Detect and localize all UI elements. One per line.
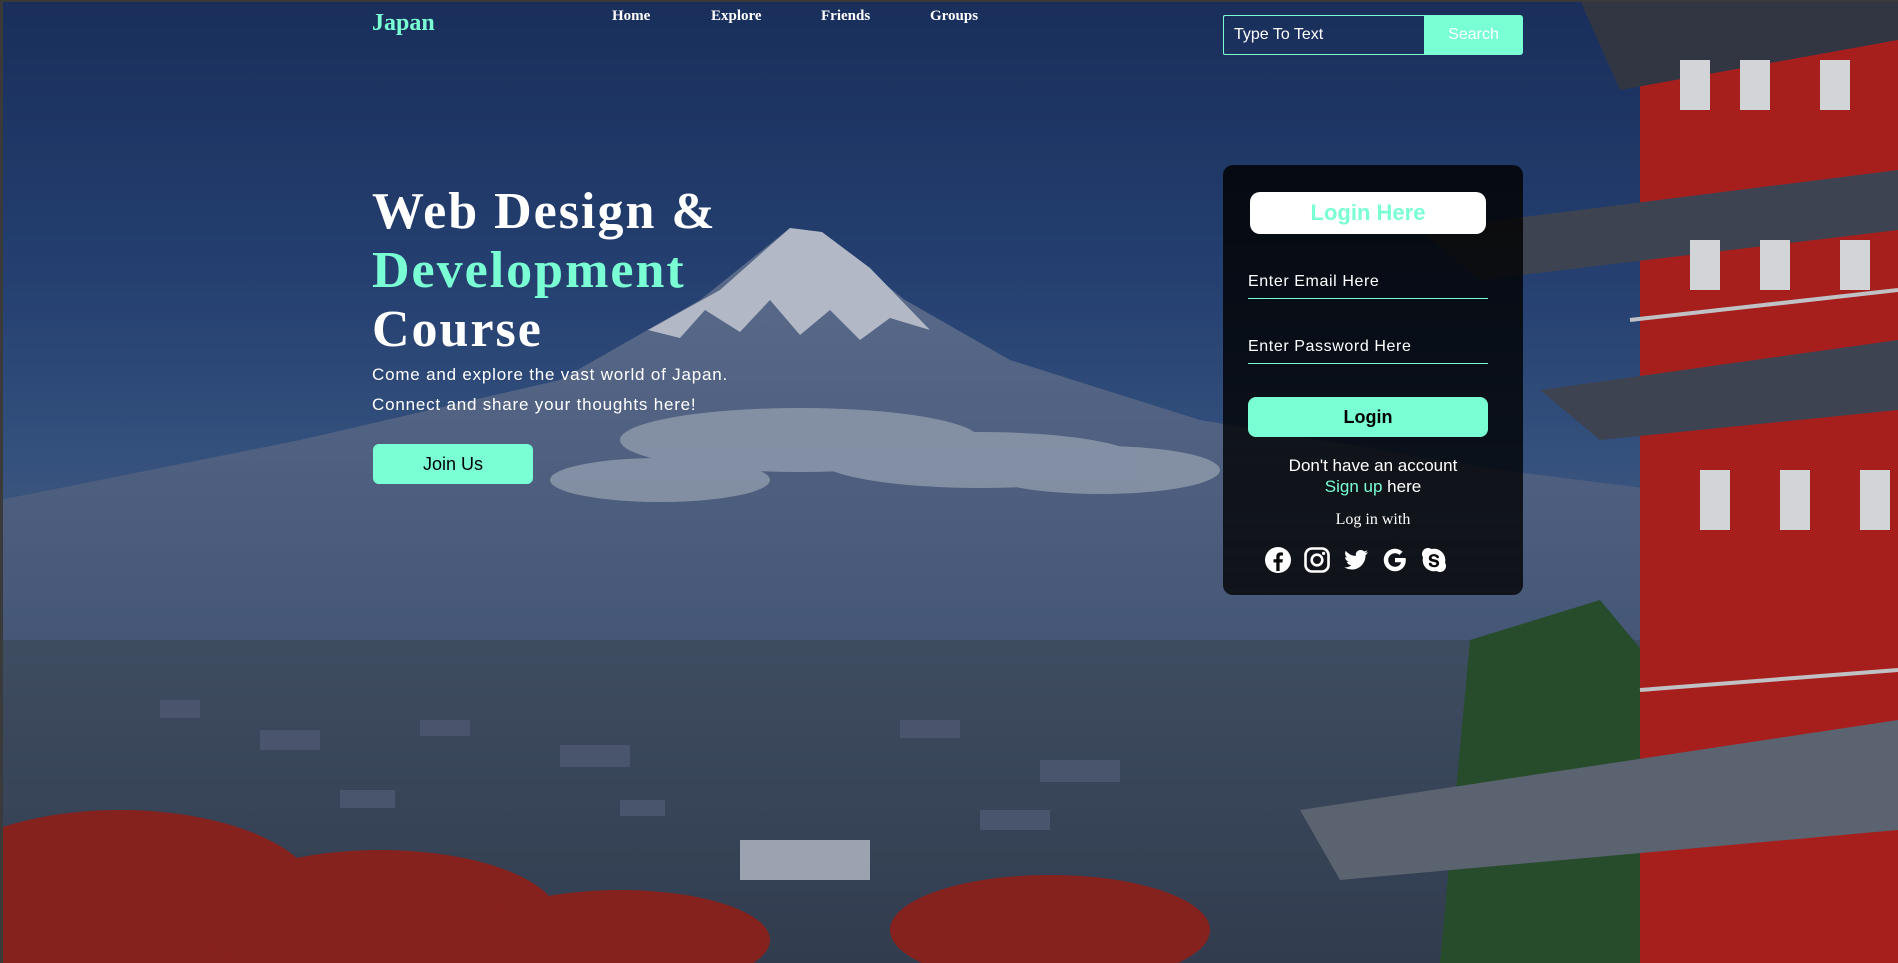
signup-prompt: Don't have an account Sign up here [1223, 455, 1523, 497]
nav-friends[interactable]: Friends [821, 8, 870, 25]
login-card: Login Here Login Don't have an account S… [1223, 165, 1523, 595]
signup-suffix: here [1382, 477, 1422, 496]
nav-groups[interactable]: Groups [930, 8, 978, 25]
login-button[interactable]: Login [1248, 397, 1488, 437]
signup-link[interactable]: Sign up [1325, 477, 1383, 496]
nav-explore[interactable]: Explore [711, 8, 762, 25]
hero-title-line-2: Development [372, 242, 686, 299]
background-photo [0, 0, 1898, 963]
log-in-with-label: Log in with [1335, 511, 1411, 528]
social-login-icons [1223, 545, 1523, 575]
nav-home[interactable]: Home [612, 8, 650, 25]
search-input[interactable] [1223, 15, 1424, 55]
login-title: Login Here [1250, 192, 1486, 234]
hero-description: Come and explore the vast world of Japan… [372, 360, 728, 420]
search-button[interactable]: Search [1424, 15, 1523, 55]
hero-title-line-1: Web Design & [372, 183, 717, 240]
skype-icon[interactable] [1419, 545, 1449, 575]
hero-description-line-1: Come and explore the vast world of Japan… [372, 365, 728, 384]
hero-title: Web Design & Development Course [372, 182, 717, 359]
search-bar: Search [1223, 15, 1523, 55]
instagram-icon[interactable] [1302, 545, 1332, 575]
dark-overlay [0, 0, 1898, 963]
no-account-text: Don't have an account [1288, 456, 1458, 475]
facebook-icon[interactable] [1263, 545, 1293, 575]
google-icon[interactable] [1380, 545, 1410, 575]
twitter-icon[interactable] [1341, 545, 1371, 575]
hero-title-line-3: Course [372, 301, 543, 358]
password-field[interactable] [1248, 334, 1488, 364]
brand-logo[interactable]: Japan [372, 10, 435, 37]
join-us-button[interactable]: Join Us [373, 444, 533, 484]
email-field[interactable] [1248, 269, 1488, 299]
hero-description-line-2: Connect and share your thoughts here! [372, 395, 697, 414]
